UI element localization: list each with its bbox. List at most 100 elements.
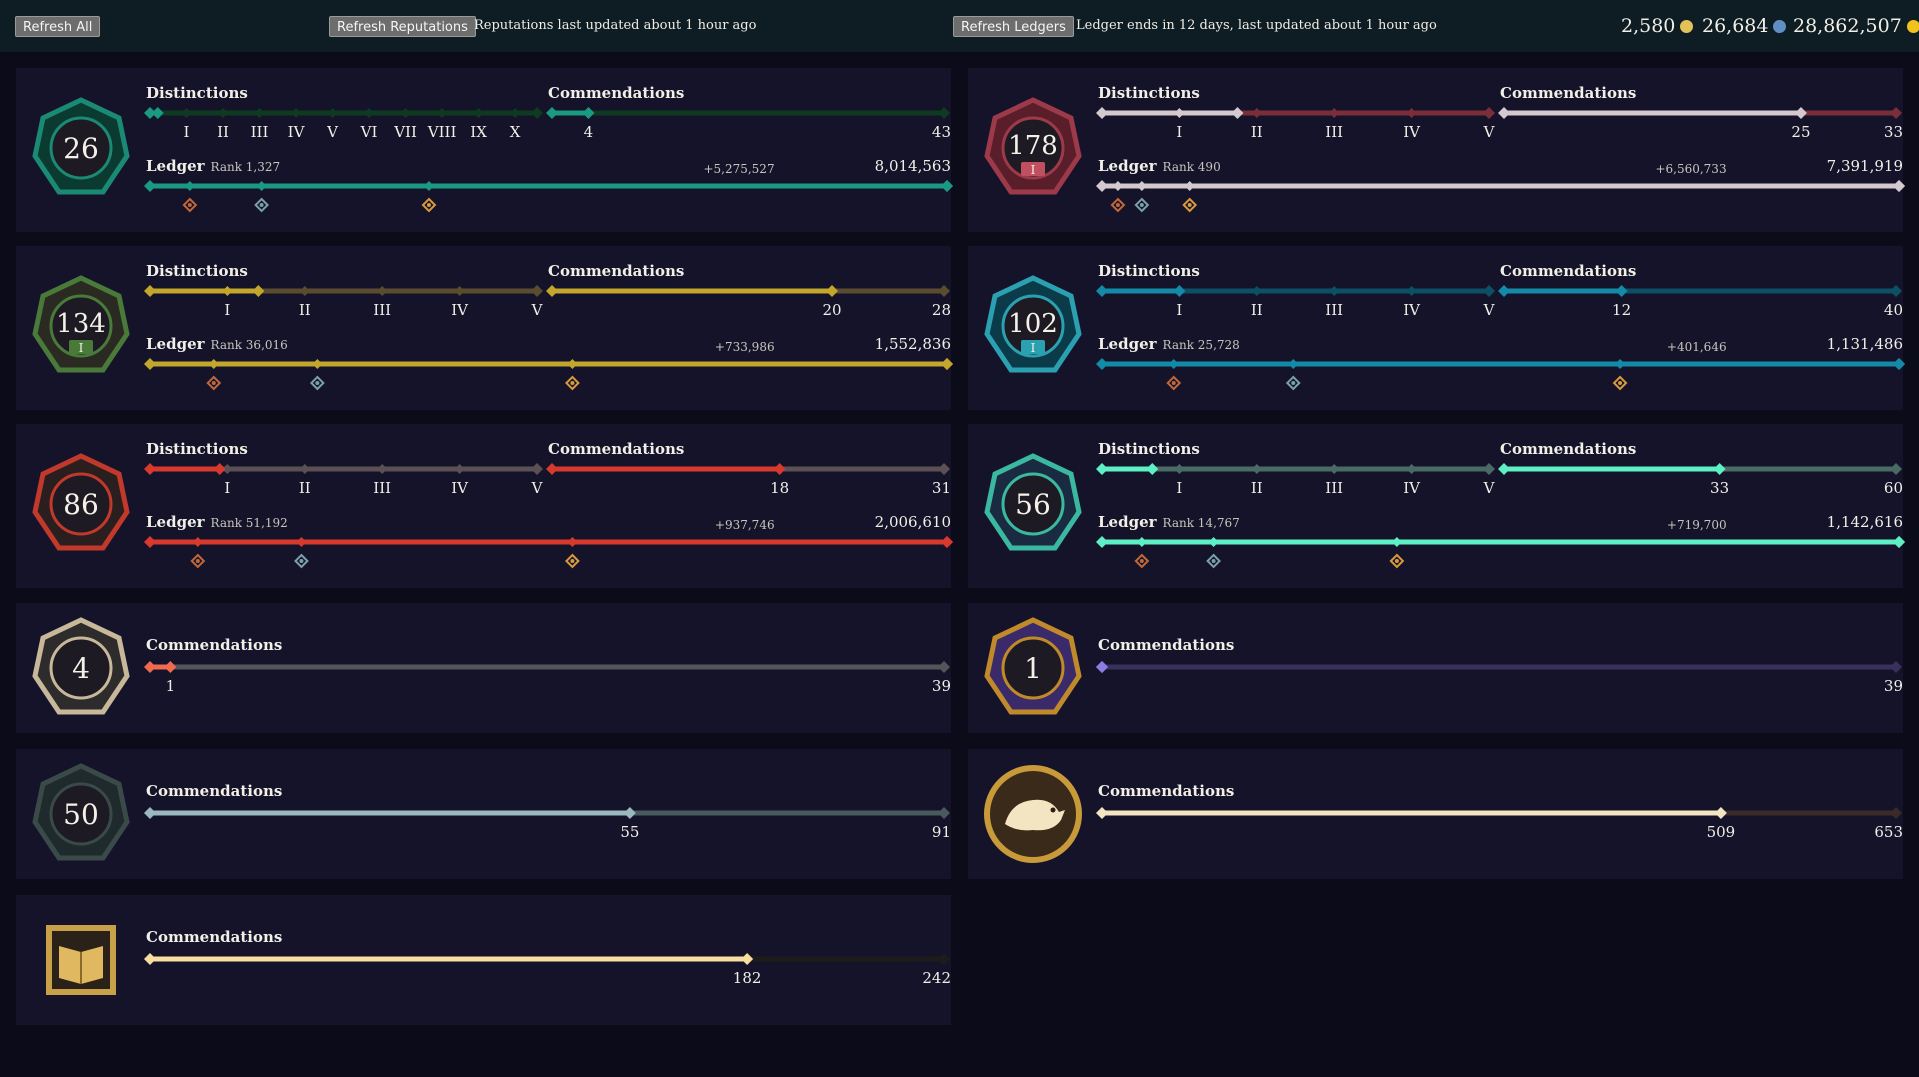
ledger-bar-end-diamond xyxy=(941,358,953,370)
flame-emblem-icon-svg: 1 xyxy=(984,617,1082,715)
refresh-ledgers-button[interactable]: Refresh Ledgers xyxy=(953,16,1074,37)
emblem-level-text: 178 xyxy=(1008,131,1058,161)
commendations-label: Commendations xyxy=(146,636,283,654)
ledger-bar-tick-diamond xyxy=(567,537,578,547)
distinctions-bar-start-diamond xyxy=(144,285,156,297)
ledger-label: Ledger Rank 25,728 xyxy=(1098,335,1240,354)
ledger-bar-tick-diamond xyxy=(1615,359,1626,369)
rat-emblem-icon-svg xyxy=(984,765,1082,863)
ledger-rank: Rank 51,192 xyxy=(210,516,288,530)
distinctions-bar-tick-diamond xyxy=(1329,464,1340,474)
distinctions-bar-tick-diamond xyxy=(218,108,229,118)
ledger-total: 1,142,616 xyxy=(1826,513,1903,531)
soul-skull-emblem-icon: 178 I xyxy=(981,96,1085,200)
distinction-tier-label: II xyxy=(1250,123,1263,141)
distinctions-bar xyxy=(144,285,543,297)
emblem-tier-text: I xyxy=(1031,163,1036,177)
distinction-tier-label: IV xyxy=(451,479,468,497)
ledger-label: Ledger Rank 51,192 xyxy=(146,513,288,532)
commendations-total: 39 xyxy=(931,677,951,695)
commendations-bar-start-diamond xyxy=(1096,807,1108,819)
commendations-total: 242 xyxy=(922,969,951,987)
ledger-gain: +937,746 xyxy=(714,518,775,532)
commendations-bar-current-diamond xyxy=(164,661,177,673)
commendations-bar-start-diamond xyxy=(1498,463,1510,475)
ancient-coin-balance: 28,862,507 xyxy=(1793,13,1919,39)
distinction-tier-label: I xyxy=(1176,479,1183,497)
commendations-bar-current-diamond xyxy=(1615,285,1628,297)
seadog-emblem-icon-svg: 50 xyxy=(32,763,130,861)
seadog-emblem-icon: 50 xyxy=(29,762,133,866)
distinction-tier-label: I xyxy=(1176,301,1183,319)
commendations-bar xyxy=(546,107,950,119)
commendations-total: 653 xyxy=(1874,823,1903,841)
ledger-bar-tick-diamond xyxy=(192,537,203,547)
gold-balance: 2,580 xyxy=(1621,13,1694,39)
distinctions-bar-tick-diamond xyxy=(400,108,411,118)
refresh-reputations-button[interactable]: Refresh Reputations xyxy=(329,16,476,37)
distinctions-bar-tick-diamond xyxy=(473,108,484,118)
doubloon-value: 26,684 xyxy=(1702,15,1769,37)
distinction-tier-label: IV xyxy=(1403,301,1420,319)
ledger-rank: Rank 14,767 xyxy=(1162,516,1240,530)
distinctions-bar xyxy=(144,463,543,475)
ledger-rank: Rank 36,016 xyxy=(210,338,288,352)
ledger-bar-tick-diamond xyxy=(1184,181,1195,191)
commendations-label: Commendations xyxy=(146,928,283,946)
distinctions-bar-tick-diamond xyxy=(454,286,465,296)
distinctions-bar-start-diamond xyxy=(1096,285,1108,297)
distinction-tier-label: V xyxy=(327,123,338,141)
commendations-bar-current-diamond xyxy=(826,285,838,297)
distinction-tier-label: V xyxy=(531,479,543,497)
distinctions-bar-tick-diamond xyxy=(1406,464,1417,474)
faction-card-order-of-souls: 178 I Distinctions I II III IV V Commendations 25… xyxy=(968,68,1905,232)
faction-card-guardians-of-fortune: 4 Commendations 1 39 xyxy=(16,603,951,733)
athena-emblem-icon: 102 I xyxy=(981,274,1085,378)
distinctions-bar-end-diamond xyxy=(1483,285,1495,297)
distinctions-bar-start-diamond xyxy=(1096,107,1108,119)
ledger-bar-start-diamond xyxy=(1096,536,1108,548)
distinctions-label: Distinctions xyxy=(146,440,248,458)
ledger-title: Ledger xyxy=(1098,157,1157,175)
ledger-label: Ledger Rank 36,016 xyxy=(146,335,288,354)
distinction-tier-label: V xyxy=(1483,123,1495,141)
ledger-bar-start-diamond xyxy=(1096,180,1108,192)
commendations-current: 1 xyxy=(165,677,176,695)
ledger-bar-tick-diamond xyxy=(1168,359,1179,369)
distinctions-bar-tick-diamond xyxy=(222,286,233,296)
distinctions-bar-tick-diamond xyxy=(437,108,448,118)
distinctions-bar-tick-diamond xyxy=(299,464,310,474)
faction-card-sea-dogs: 50 Commendations 55 91 xyxy=(16,749,951,879)
commendations-bar xyxy=(1498,463,1902,475)
commendations-bar-current-diamond xyxy=(1794,107,1807,119)
distinctions-bar-tick-diamond xyxy=(1329,286,1340,296)
commendations-current: 182 xyxy=(732,969,762,987)
refresh-all-button[interactable]: Refresh All xyxy=(15,16,101,37)
distinctions-bar-current-diamond xyxy=(1231,107,1244,119)
commendations-bar-end-diamond xyxy=(938,107,950,119)
ledger-bar xyxy=(1096,536,1905,548)
commendations-bar-end-diamond xyxy=(1890,807,1902,819)
ledger-bar xyxy=(144,358,953,370)
distinction-tier-label: X xyxy=(509,123,521,141)
commendations-bar-current-diamond xyxy=(741,953,754,965)
commendations-bar xyxy=(1498,285,1902,297)
hunter-emblem-icon: 56 xyxy=(981,452,1085,556)
ledger-bar xyxy=(144,180,953,192)
distinction-tier-label: I xyxy=(1176,123,1183,141)
commendations-bar xyxy=(144,661,950,673)
emblem-level-text: 102 xyxy=(1008,309,1058,339)
soul-skull-emblem-icon-svg: 178 I xyxy=(984,97,1082,195)
ledger-rank: Rank 1,327 xyxy=(210,160,281,174)
commendations-bar xyxy=(546,285,950,297)
ledger-gain: +733,986 xyxy=(714,340,775,354)
ledger-bar-tick-diamond xyxy=(1136,537,1147,547)
commendations-bar-start-diamond xyxy=(1498,107,1510,119)
ledger-total: 1,131,486 xyxy=(1826,335,1903,353)
commendations-current: 20 xyxy=(822,301,842,319)
commendations-label: Commendations xyxy=(1500,84,1637,102)
commendations-bar-start-diamond xyxy=(144,807,156,819)
distinction-tier-label: II xyxy=(298,301,311,319)
commendations-current: 33 xyxy=(1710,479,1730,497)
ledger-bar-end-diamond xyxy=(1893,536,1905,548)
